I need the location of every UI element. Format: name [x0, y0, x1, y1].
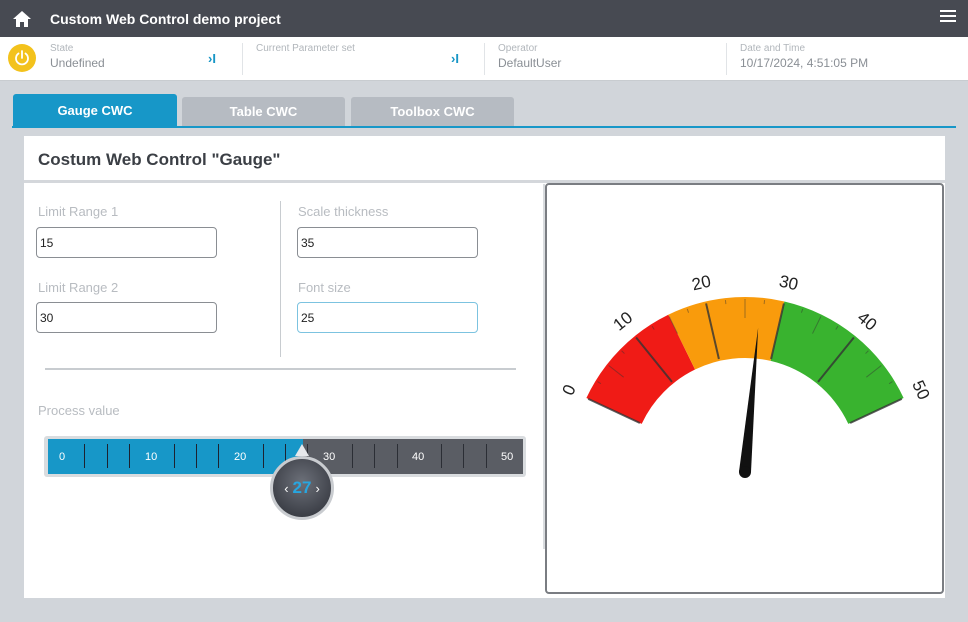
datetime-cell: Date and Time 10/17/2024, 4:51:05 PM: [740, 43, 868, 77]
tab-table-cwc[interactable]: Table CWC: [182, 97, 345, 126]
limit-range-2-label: Limit Range 2: [38, 280, 119, 295]
slider-knob[interactable]: ‹ 27 ›: [270, 456, 334, 520]
slider-tick: [486, 444, 487, 468]
state-label: State: [50, 43, 74, 54]
field-divider: [280, 201, 281, 357]
status-separator: [242, 43, 243, 75]
slider-tick-label: 0: [59, 451, 66, 463]
slider-tick: [218, 444, 219, 468]
power-symbol-icon: [15, 50, 29, 66]
slider-tick: [463, 444, 464, 468]
limit-range-1-label: Limit Range 1: [38, 204, 119, 219]
tab-underline: [12, 126, 956, 128]
app-title: Custom Web Control demo project: [50, 10, 281, 27]
menu-button[interactable]: [940, 10, 956, 26]
tab-toolbox-cwc[interactable]: Toolbox CWC: [351, 97, 514, 126]
slider-tick: [374, 444, 375, 468]
slider-tick: [441, 444, 442, 468]
operator-label: Operator: [498, 43, 538, 54]
section-divider: [45, 368, 516, 370]
font-size-input[interactable]: [297, 302, 478, 333]
chevron-right-icon[interactable]: ›: [315, 481, 319, 496]
panel-title: Costum Web Control "Gauge": [38, 150, 281, 169]
gauge-tick-label: 0: [559, 382, 580, 399]
datetime-label: Date and Time: [740, 43, 806, 54]
slider-tick: [397, 444, 398, 468]
gauge-tick-label: 50: [908, 377, 933, 402]
slider-tick-label: 20: [234, 451, 247, 463]
home-icon: [13, 10, 31, 27]
limit-range-2-input[interactable]: [36, 302, 217, 333]
gauge-tick-label: 20: [690, 272, 713, 295]
menu-icon-bar: [940, 15, 956, 17]
operator-cell: Operator DefaultUser: [498, 43, 561, 77]
process-value-label: Process value: [38, 403, 120, 418]
font-size-label: Font size: [298, 280, 351, 295]
slider-tick: [129, 444, 130, 468]
slider-tick-label: 10: [145, 451, 158, 463]
state-value: Undefined: [50, 56, 105, 70]
gauge-tick-label: 40: [854, 308, 881, 335]
status-separator: [726, 43, 727, 75]
state-cell: State Undefined: [50, 43, 105, 77]
power-icon[interactable]: [8, 44, 36, 72]
scale-thickness-input[interactable]: [297, 227, 478, 258]
paramset-label: Current Parameter set: [256, 43, 355, 54]
slider-tick: [174, 444, 175, 468]
gauge-chart: 0 10 20 30 40 50: [559, 272, 933, 478]
datetime-value: 10/17/2024, 4:51:05 PM: [740, 56, 869, 70]
status-separator: [484, 43, 485, 75]
gauge-frame: 0 10 20 30 40 50: [545, 183, 944, 594]
slider-tick: [107, 444, 108, 468]
slider-tick: [263, 444, 264, 468]
status-bar: State Undefined ›I Current Parameter set…: [0, 37, 968, 81]
slider-tick: [196, 444, 197, 468]
slider-tick-label: 50: [501, 451, 514, 463]
state-expand-icon[interactable]: ›I: [208, 51, 216, 66]
tab-gauge-cwc[interactable]: Gauge CWC: [13, 94, 177, 126]
slider-tick: [84, 444, 85, 468]
slider-tick-label: 30: [323, 451, 336, 463]
gauge-tick-label: 30: [777, 272, 800, 295]
gauge-tick-label: 10: [610, 308, 637, 335]
slider-knob-value: 27: [292, 478, 312, 497]
menu-icon-bar: [940, 10, 956, 12]
limit-range-1-input[interactable]: [36, 227, 217, 258]
slider-tick: [352, 444, 353, 468]
slider-tick-label: 40: [412, 451, 425, 463]
slider-fill: [48, 439, 303, 474]
slider-knob-pointer: [295, 444, 309, 456]
chevron-left-icon[interactable]: ‹: [284, 481, 288, 496]
title-bar: Custom Web Control demo project: [0, 0, 968, 37]
operator-value: DefaultUser: [498, 56, 562, 70]
menu-icon-bar: [940, 20, 956, 22]
gauge-needle-hub: [739, 466, 751, 478]
paramset-cell: Current Parameter set: [256, 43, 355, 77]
scale-thickness-label: Scale thickness: [298, 204, 389, 219]
home-button[interactable]: [0, 0, 44, 37]
gauge-zone-2: [770, 301, 904, 424]
paramset-expand-icon[interactable]: ›I: [451, 51, 459, 66]
